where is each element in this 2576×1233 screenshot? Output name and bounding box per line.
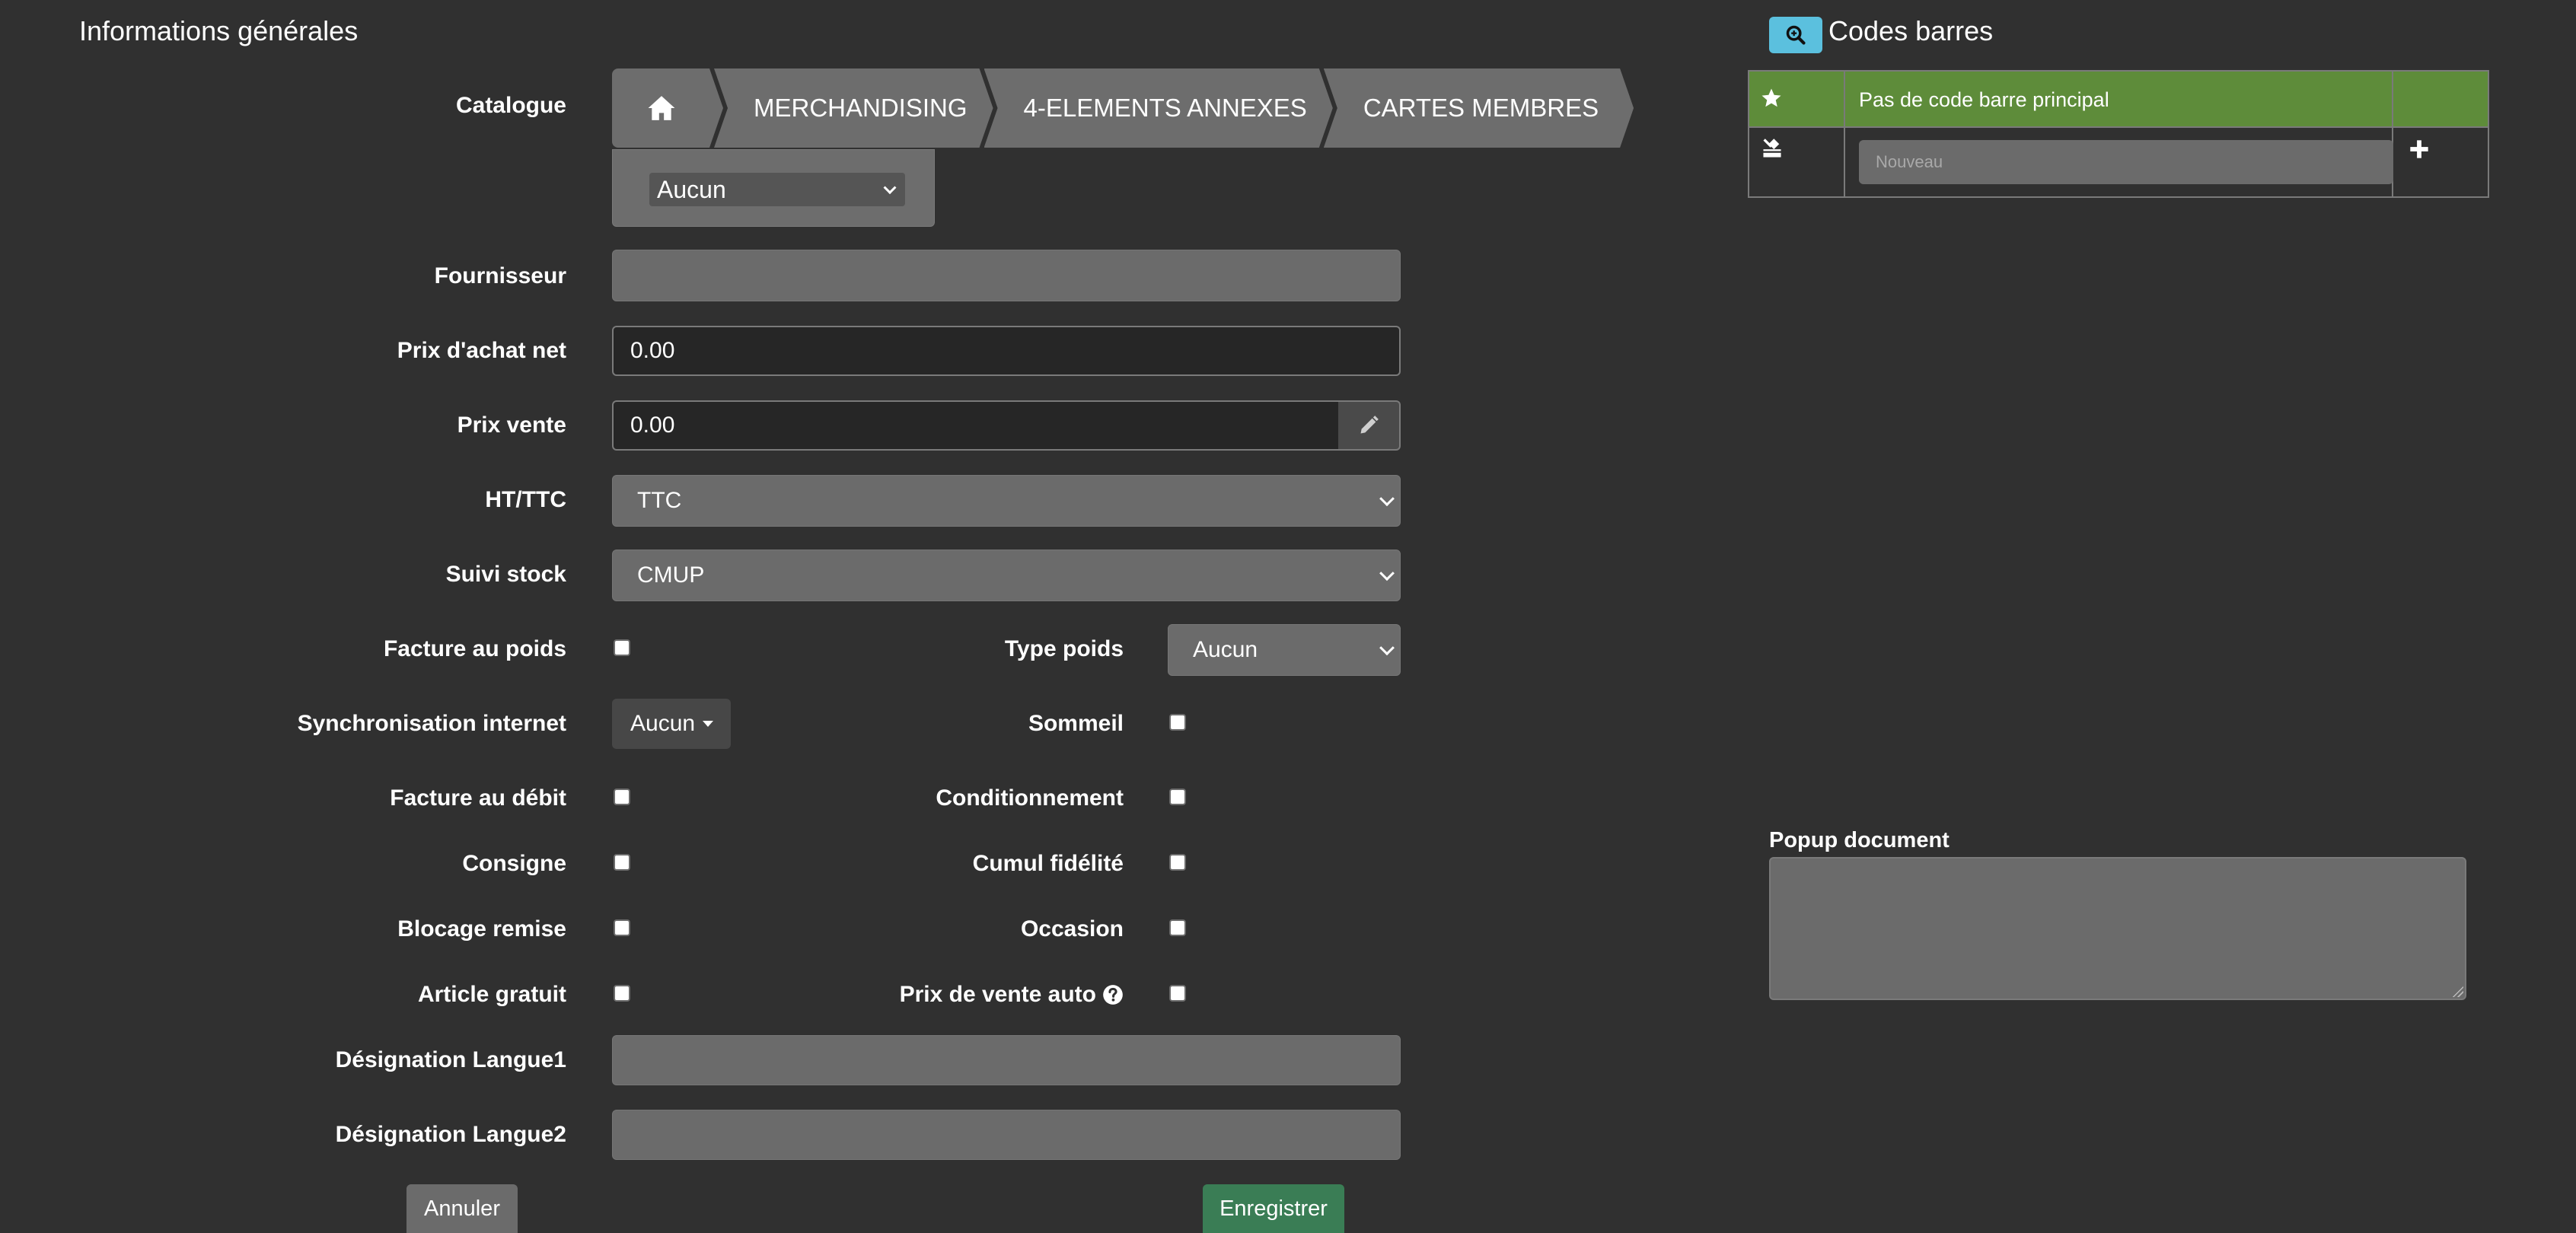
prix-vente-auto-checkbox[interactable]: [1169, 985, 1186, 1002]
sync-internet-label: Synchronisation internet: [297, 711, 566, 736]
table-divider: [1844, 72, 1845, 196]
popup-document-label: Popup document: [1769, 828, 1950, 852]
home-icon: [647, 94, 676, 122]
facture-poids-label: Facture au poids: [383, 636, 566, 661]
consigne-checkbox[interactable]: [614, 854, 630, 871]
article-gratuit-label: Article gratuit: [417, 982, 566, 1007]
facture-debit-checkbox[interactable]: [614, 789, 630, 805]
fournisseur-field[interactable]: [612, 250, 1401, 301]
breadcrumb-item-cartes-membres[interactable]: CARTES MEMBRES: [1324, 68, 1634, 148]
new-barcode-input[interactable]: Nouveau: [1859, 140, 2393, 184]
chevron-down-icon: [883, 181, 897, 195]
barcode-search-button[interactable]: [1769, 17, 1822, 53]
breadcrumb-label: CARTES MEMBRES: [1363, 94, 1599, 122]
type-poids-value: Aucun: [1193, 637, 1258, 662]
chevron-down-icon: [1379, 566, 1395, 581]
prix-vente-auto-label-group: Prix de vente auto: [900, 982, 1124, 1008]
facture-poids-checkbox[interactable]: [614, 639, 630, 656]
popup-document-textarea[interactable]: [1769, 857, 2466, 1000]
help-icon[interactable]: [1102, 984, 1124, 1005]
blocage-remise-label: Blocage remise: [397, 916, 566, 941]
edit-price-button[interactable]: [1338, 400, 1401, 451]
cumul-fidelite-checkbox[interactable]: [1169, 854, 1186, 871]
catalogue-select-value: Aucun: [657, 175, 726, 203]
prix-vente-auto-label: Prix de vente auto: [899, 982, 1096, 1007]
occasion-checkbox[interactable]: [1169, 919, 1186, 936]
catalogue-select[interactable]: Aucun: [649, 173, 905, 206]
breadcrumb-home[interactable]: [612, 68, 723, 148]
type-poids-select[interactable]: Aucun: [1168, 624, 1401, 676]
ht-ttc-label: HT/TTC: [485, 487, 566, 512]
catalogue-sub-panel: Aucun: [612, 149, 935, 227]
plus-icon[interactable]: [2409, 139, 2430, 160]
fournisseur-label: Fournisseur: [434, 263, 566, 288]
prix-vente-input[interactable]: 0.00: [612, 400, 1340, 451]
breadcrumb-label: MERCHANDISING: [754, 94, 968, 122]
prix-vente-label: Prix vente: [457, 413, 566, 438]
barcodes-table: Pas de code barre principal Nouveau: [1748, 70, 2489, 198]
conditionnement-checkbox[interactable]: [1169, 789, 1186, 805]
article-gratuit-checkbox[interactable]: [614, 985, 630, 1002]
zoom-in-icon: [1786, 25, 1806, 45]
prix-achat-label: Prix d'achat net: [397, 338, 566, 363]
chevron-down-icon: [1379, 491, 1395, 507]
designation1-field[interactable]: [612, 1035, 1401, 1085]
pencil-icon: [1360, 416, 1379, 434]
conditionnement-label: Conditionnement: [936, 785, 1124, 811]
occasion-label: Occasion: [1020, 916, 1124, 941]
sync-internet-value: Aucun: [630, 711, 696, 736]
sommeil-checkbox[interactable]: [1169, 714, 1186, 731]
breadcrumb-item-elements-annexes[interactable]: 4-ELEMENTS ANNEXES: [984, 68, 1333, 148]
suivi-stock-label: Suivi stock: [445, 562, 566, 587]
suivi-stock-value: CMUP: [637, 562, 705, 588]
sync-internet-dropdown[interactable]: Aucun: [612, 699, 731, 749]
cancel-button[interactable]: Annuler: [406, 1184, 518, 1233]
ht-ttc-value: TTC: [637, 488, 682, 513]
ht-ttc-select[interactable]: TTC: [612, 475, 1401, 527]
table-divider: [1749, 126, 2488, 128]
breadcrumb-item-merchandising[interactable]: MERCHANDISING: [714, 68, 993, 148]
caret-down-icon: [703, 721, 714, 727]
blocage-remise-checkbox[interactable]: [614, 919, 630, 936]
chevron-down-icon: [1379, 640, 1395, 656]
type-poids-label: Type poids: [1004, 636, 1124, 661]
sommeil-label: Sommeil: [1028, 711, 1124, 736]
consigne-label: Consigne: [462, 851, 566, 876]
page: Informations générales Catalogue MERCHAN…: [0, 0, 2576, 1233]
breadcrumb: MERCHANDISING 4-ELEMENTS ANNEXES CARTES …: [612, 68, 1624, 148]
prix-achat-input[interactable]: 0.00: [612, 326, 1401, 376]
suivi-stock-select[interactable]: CMUP: [612, 550, 1401, 601]
facture-debit-label: Facture au débit: [390, 785, 566, 811]
barcode-type-icon: [1763, 139, 1781, 158]
star-icon: [1761, 88, 1781, 107]
designation1-label: Désignation Langue1: [335, 1047, 566, 1072]
save-button[interactable]: Enregistrer: [1203, 1184, 1344, 1233]
barcodes-title: Codes barres: [1828, 15, 1994, 46]
designation2-field[interactable]: [612, 1110, 1401, 1160]
barcode-main-text: Pas de code barre principal: [1859, 88, 2109, 111]
cumul-fidelite-label: Cumul fidélité: [972, 851, 1124, 876]
barcode-main-row: Pas de code barre principal: [1749, 72, 2488, 126]
resize-handle[interactable]: [2451, 985, 2463, 997]
catalogue-label: Catalogue: [455, 93, 566, 118]
general-info-title: Informations générales: [79, 15, 359, 46]
breadcrumb-label: 4-ELEMENTS ANNEXES: [1023, 94, 1307, 122]
designation2-label: Désignation Langue2: [335, 1122, 566, 1147]
